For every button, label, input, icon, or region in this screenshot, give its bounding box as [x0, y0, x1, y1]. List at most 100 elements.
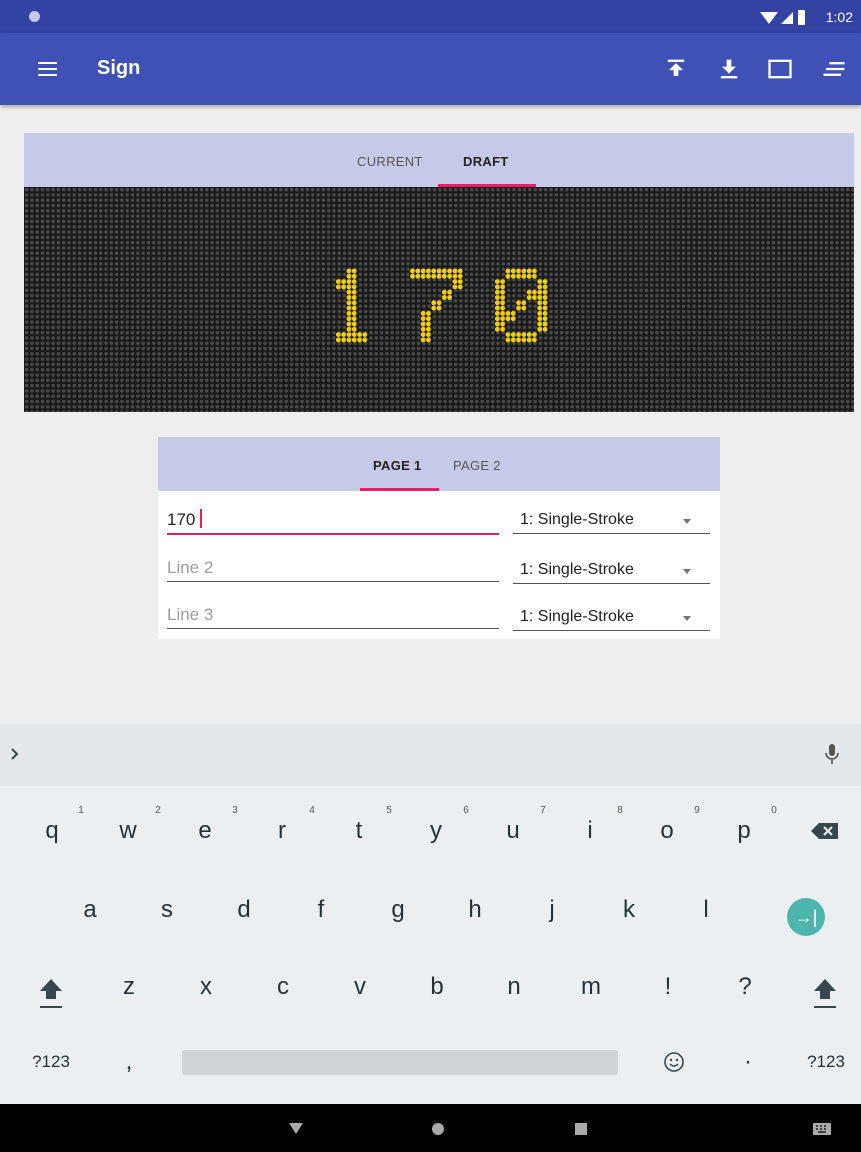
enter-tab-icon[interactable]: →|: [787, 898, 825, 936]
led-dot: [426, 321, 431, 327]
key-period[interactable]: ·: [718, 1032, 778, 1092]
led-dot: [420, 268, 426, 274]
led-dot: [351, 295, 357, 300]
symbols-key[interactable]: ?123: [796, 1032, 856, 1092]
line-2-input[interactable]: [167, 555, 499, 582]
tab-page-1[interactable]: PAGE 1: [373, 458, 422, 473]
keyboard-switch-icon[interactable]: [812, 1122, 832, 1136]
tab-current[interactable]: CURRENT: [357, 154, 423, 169]
space-bar[interactable]: [182, 1050, 618, 1075]
key-z[interactable]: z: [99, 957, 159, 1017]
led-dot: [351, 326, 357, 332]
line-1-input[interactable]: [167, 507, 499, 535]
key-d[interactable]: d: [214, 880, 274, 940]
key-comma[interactable]: ,: [99, 1032, 159, 1092]
led-dot: [346, 311, 352, 316]
suggestion-strip: [0, 724, 861, 786]
led-dot: [341, 284, 346, 290]
led-dot: [351, 284, 357, 290]
led-dot: [447, 289, 452, 295]
key-n[interactable]: n: [484, 957, 544, 1017]
key-s[interactable]: s: [137, 880, 197, 940]
tab-draft[interactable]: DRAFT: [463, 154, 509, 169]
led-dot: [351, 300, 357, 306]
line-3-input[interactable]: [167, 602, 499, 629]
crop-square-icon[interactable]: [766, 55, 794, 83]
led-dot: [457, 279, 463, 284]
led-dot: [346, 316, 352, 322]
key-j[interactable]: j: [522, 880, 582, 940]
key-b[interactable]: b: [407, 957, 467, 1017]
key-c[interactable]: c: [253, 957, 313, 1017]
back-icon[interactable]: [288, 1121, 304, 1135]
key-g[interactable]: g: [368, 880, 428, 940]
led-dot: [415, 273, 421, 279]
signal-icon: [781, 12, 793, 24]
sort-icon[interactable]: [820, 55, 848, 83]
led-dot: [494, 295, 500, 300]
led-dot: [510, 268, 516, 274]
led-dot: [346, 326, 352, 332]
led-dot: [500, 321, 505, 327]
line-1-font-value: 1: Single-Stroke: [520, 511, 634, 528]
shift-icon[interactable]: [38, 977, 64, 1011]
hint-0: 0: [771, 805, 777, 816]
hint-3: 3: [232, 805, 238, 816]
home-icon[interactable]: [431, 1122, 445, 1136]
led-dot: [426, 337, 431, 343]
upload-icon[interactable]: [662, 55, 690, 83]
key-k[interactable]: k: [599, 880, 659, 940]
led-dot: [505, 273, 511, 279]
key-exclamation[interactable]: !: [638, 957, 698, 1017]
key-a[interactable]: a: [60, 880, 120, 940]
sign-tabs: CURRENT DRAFT: [24, 133, 854, 187]
menu-icon[interactable]: [38, 62, 57, 76]
shift-icon[interactable]: [812, 977, 838, 1011]
key-v[interactable]: v: [330, 957, 390, 1017]
led-dot: [410, 273, 415, 279]
symbols-key[interactable]: ?123: [21, 1032, 81, 1092]
led-dot: [351, 305, 357, 311]
recents-icon[interactable]: [575, 1123, 587, 1135]
led-dot: [351, 332, 357, 337]
microphone-icon[interactable]: [825, 743, 839, 765]
key-f[interactable]: f: [291, 880, 351, 940]
led-dot: [426, 326, 431, 332]
led-dot: [410, 268, 415, 274]
notification-dot-icon: [29, 11, 40, 22]
key-x[interactable]: x: [176, 957, 236, 1017]
led-dot: [542, 295, 548, 300]
download-icon[interactable]: [715, 55, 743, 83]
battery-icon: [798, 10, 805, 25]
led-dot: [346, 268, 352, 274]
led-dot: [420, 273, 426, 279]
led-dot: [500, 300, 505, 306]
line-1-font-select[interactable]: 1: Single-Stroke: [513, 507, 710, 534]
chevron-right-icon[interactable]: [9, 746, 21, 762]
emoji-icon[interactable]: [663, 1051, 685, 1073]
led-dot: [494, 305, 500, 311]
led-dot: [335, 284, 341, 290]
tab-page-2[interactable]: PAGE 2: [453, 458, 501, 473]
text-cursor: [200, 509, 202, 528]
led-dot: [537, 316, 543, 322]
led-dot: [457, 284, 463, 290]
backspace-icon[interactable]: [810, 821, 840, 841]
led-dot: [505, 311, 511, 316]
led-dot: [362, 332, 368, 337]
led-dot: [510, 332, 516, 337]
key-question[interactable]: ?: [715, 957, 775, 1017]
key-l[interactable]: l: [676, 880, 736, 940]
key-h[interactable]: h: [445, 880, 505, 940]
line-2-font-select[interactable]: 1: Single-Stroke: [513, 557, 710, 584]
led-dot: [436, 268, 442, 274]
led-dot: [457, 273, 463, 279]
led-dot: [532, 337, 537, 343]
led-dot: [510, 316, 516, 322]
key-m[interactable]: m: [561, 957, 621, 1017]
line-3-font-select[interactable]: 1: Single-Stroke: [513, 604, 710, 631]
led-dot: [420, 332, 426, 337]
led-dot: [532, 295, 537, 300]
led-dot: [351, 321, 357, 327]
led-dot: [441, 289, 447, 295]
